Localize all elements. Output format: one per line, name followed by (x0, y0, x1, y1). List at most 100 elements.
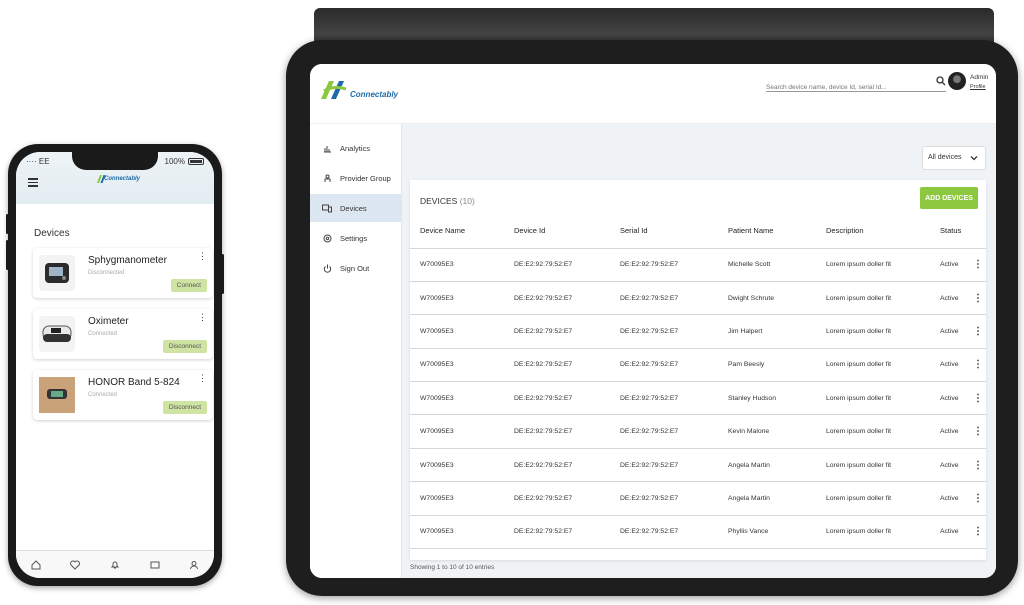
user-menu: Admin Profile (970, 73, 988, 92)
status-cell: Active (930, 414, 970, 449)
phone-volume-button (6, 240, 9, 270)
battery-percent: 100% (164, 157, 185, 166)
status-cell: Active (930, 448, 970, 483)
add-devices-button[interactable]: ADD DEVICES (920, 187, 978, 209)
column-header[interactable]: Status (930, 214, 970, 249)
sidebar-item-label: Provider Group (340, 173, 391, 183)
row-actions-icon[interactable]: ⋮ (970, 248, 986, 282)
disconnect-button[interactable]: Disconnect (162, 401, 207, 414)
phone-device: ···· EE 100% Connectably Devices Sphygma… (6, 144, 224, 586)
device-name-cell: W70095E3 (410, 248, 504, 282)
patient-name-cell: Kevin Malone (718, 414, 816, 449)
user-name: Admin (970, 74, 989, 81)
disconnect-button[interactable]: Disconnect (162, 340, 207, 353)
card-title: DEVICES (10) (420, 196, 475, 206)
description-cell: Lorem ipsum doller fit (816, 448, 930, 483)
user-icon[interactable] (187, 558, 201, 572)
device-name-cell: W70095E3 (410, 481, 504, 516)
device-name-cell: W70095E3 (410, 281, 504, 316)
column-header[interactable]: Serial Id (610, 214, 718, 249)
menu-icon[interactable] (28, 178, 38, 189)
device-filter-select[interactable]: All devices (922, 146, 986, 170)
serial-id-cell: DE:E2:92:79:52:E7 (610, 314, 718, 349)
table-row[interactable]: W70095E3 DE:E2:92:79:52:E7 DE:E2:92:79:52:… (410, 414, 986, 449)
patient-name-cell: Angela Martin (718, 481, 816, 516)
app-logo-text: Connectably (104, 176, 141, 182)
column-header[interactable]: Description (816, 214, 930, 249)
serial-id-cell: DE:E2:92:79:52:E7 (610, 248, 718, 282)
table-row[interactable]: W70095E3 DE:E2:92:79:52:E7 DE:E2:92:79:52:… (410, 348, 986, 383)
table-row[interactable]: W70095E3 DE:E2:92:79:52:E7 DE:E2:92:79:52:… (410, 314, 986, 349)
column-header[interactable]: Device Id (504, 214, 610, 249)
bell-icon[interactable] (108, 558, 122, 572)
device-name-cell: W70095E3 (410, 515, 504, 550)
fitness-band-image (39, 377, 75, 413)
search-icon[interactable] (936, 76, 946, 86)
column-header[interactable]: Device Name (410, 214, 504, 249)
row-actions-icon[interactable]: ⋮ (970, 314, 986, 349)
device-state: Connected (88, 392, 118, 398)
patient-name-cell: Jim Halpert (718, 314, 816, 349)
devices-card: DEVICES (10) ADD DEVICES Device Name Dev… (410, 180, 986, 560)
device-card[interactable]: HONOR Band 5-824 Connected ⋮ Disconnect (33, 370, 213, 420)
sidebar-item-sign-out[interactable]: Sign Out (310, 254, 402, 282)
device-count: (10) (459, 196, 475, 206)
row-actions-icon[interactable]: ⋮ (970, 281, 986, 316)
more-icon[interactable]: ⋮ (198, 313, 207, 322)
heart-icon[interactable] (68, 558, 82, 572)
phone-bottom-nav (16, 550, 214, 578)
device-name-cell: W70095E3 (410, 414, 504, 449)
profile-link[interactable]: Profile (970, 84, 986, 90)
table-row[interactable]: W70095E3 DE:E2:92:79:52:E7 DE:E2:92:79:52:… (410, 381, 986, 416)
row-actions-icon[interactable]: ⋮ (970, 448, 986, 483)
chart-icon (322, 143, 332, 153)
table-row[interactable]: W70095E3 DE:E2:92:79:52:E7 DE:E2:92:79:52:… (410, 448, 986, 483)
device-state: Connected (88, 331, 118, 337)
device-id-cell: DE:E2:92:79:52:E7 (504, 314, 610, 349)
status-cell: Active (930, 515, 970, 550)
battery-icon (188, 158, 204, 165)
logo-icon (321, 81, 347, 99)
sidebar-item-devices[interactable]: Devices (310, 194, 402, 222)
description-cell: Lorem ipsum doller fit (816, 414, 930, 449)
table-row[interactable]: W70095E3 DE:E2:92:79:52:E7 DE:E2:92:79:52:… (410, 481, 986, 516)
row-actions-icon[interactable]: ⋮ (970, 414, 986, 449)
device-card[interactable]: Oximeter Connected ⋮ Disconnect (33, 309, 213, 359)
phone-volume-button (6, 214, 9, 234)
sidebar-item-provider-group[interactable]: Provider Group (310, 164, 402, 192)
row-actions-icon[interactable]: ⋮ (970, 481, 986, 516)
device-id-cell: DE:E2:92:79:52:E7 (504, 414, 610, 449)
row-actions-icon[interactable]: ⋮ (970, 381, 986, 416)
device-card[interactable]: Sphygmanometer Disconnected ⋮ Connect (33, 248, 213, 298)
description-cell: Lorem ipsum doller fit (816, 281, 930, 316)
table-row[interactable]: W70095E3 DE:E2:92:79:52:E7 DE:E2:92:79:52:… (410, 515, 986, 550)
card-title-text: DEVICES (420, 196, 458, 206)
phone-screen: ···· EE 100% Connectably Devices Sphygma… (16, 152, 214, 578)
sidebar-item-settings[interactable]: Settings (310, 224, 402, 252)
home-icon[interactable] (29, 558, 43, 572)
column-header[interactable]: Patient Name (718, 214, 816, 249)
serial-id-cell: DE:E2:92:79:52:E7 (610, 414, 718, 449)
row-actions-icon[interactable]: ⋮ (970, 348, 986, 383)
table-row[interactable]: W70095E3 DE:E2:92:79:52:E7 DE:E2:92:79:52:… (410, 281, 986, 316)
patient-name-cell: Phyllis Vance (718, 515, 816, 550)
sidebar-item-label: Settings (340, 233, 368, 243)
table-row[interactable]: W70095E3 DE:E2:92:79:52:E7 DE:E2:92:79:52:… (410, 248, 986, 282)
connect-button[interactable]: Connect (170, 279, 207, 292)
status-cell: Active (930, 314, 970, 349)
serial-id-cell: DE:E2:92:79:52:E7 (610, 348, 718, 383)
devices-table: Device Name Device Id Serial Id Patient … (410, 214, 986, 550)
more-icon[interactable]: ⋮ (198, 252, 207, 261)
device-id-cell: DE:E2:92:79:52:E7 (504, 348, 610, 383)
avatar[interactable] (948, 72, 966, 90)
search-input[interactable] (766, 84, 926, 91)
table-header-row: Device Name Device Id Serial Id Patient … (410, 214, 986, 249)
sidebar: Analytics Provider Group Devices Setting… (310, 124, 402, 578)
mockup-stage: ···· EE 100% Connectably Devices Sphygma… (0, 0, 1024, 605)
chat-icon[interactable] (148, 558, 162, 572)
more-icon[interactable]: ⋮ (198, 374, 207, 383)
device-name-cell: W70095E3 (410, 448, 504, 483)
sidebar-item-analytics[interactable]: Analytics (310, 134, 402, 162)
device-id-cell: DE:E2:92:79:52:E7 (504, 481, 610, 516)
row-actions-icon[interactable]: ⋮ (970, 515, 986, 550)
